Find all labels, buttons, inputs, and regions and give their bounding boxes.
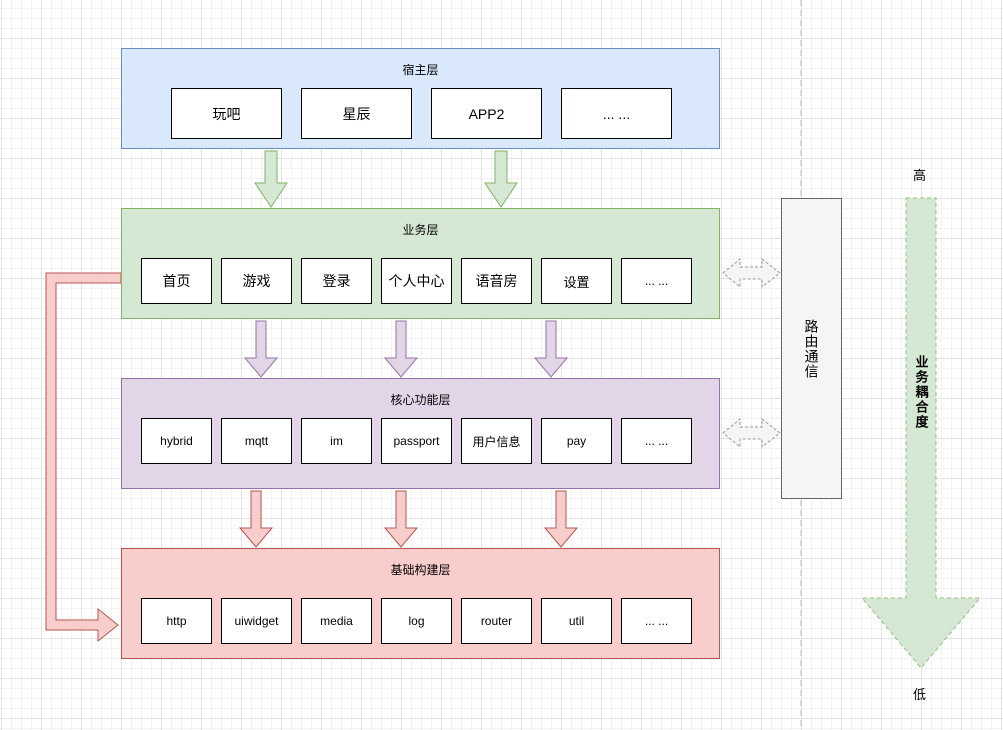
core-layer-title: 核心功能层 [390,393,451,407]
module-box[interactable]: hybrid [141,418,212,464]
module-box[interactable]: ... ... [561,88,672,139]
bidirectional-arrow-core-router [722,417,781,449]
arrow-host-to-business-2 [484,150,518,208]
coupling-axis-label: 业务耦合度 [913,355,929,430]
base-layer-title: 基础构建层 [390,563,451,577]
host-layer: 宿主层 玩吧 星辰 APP2 ... ... [121,48,720,149]
module-box[interactable]: mqtt [221,418,292,464]
arrow-host-to-business-1 [254,150,288,208]
coupling-high-label: 高 [913,168,927,183]
module-box[interactable]: util [541,598,612,644]
module-box[interactable]: 设置 [541,258,612,304]
module-box[interactable]: APP2 [431,88,542,139]
module-box[interactable]: 语音房 [461,258,532,304]
arrow-core-to-base-3 [543,490,579,548]
router-communication-box[interactable]: 路由通信 [781,198,842,499]
module-box[interactable]: 首页 [141,258,212,304]
module-box[interactable]: media [301,598,372,644]
business-layer: 业务层 首页 游戏 登录 个人中心 语音房 设置 ... ... [121,208,720,319]
module-box[interactable]: ... ... [621,418,692,464]
arrow-business-to-core-3 [533,320,569,378]
module-box[interactable]: router [461,598,532,644]
module-box[interactable]: 游戏 [221,258,292,304]
module-box[interactable]: 用户信息 [461,418,532,464]
module-box[interactable]: passport [381,418,452,464]
core-layer: 核心功能层 hybrid mqtt im passport 用户信息 pay .… [121,378,720,489]
arrow-business-to-core-2 [383,320,419,378]
module-box[interactable]: http [141,598,212,644]
base-layer: 基础构建层 http uiwidget media log router uti… [121,548,720,659]
coupling-axis-label-wrapper: 业务耦合度 [906,355,936,430]
module-box[interactable]: im [301,418,372,464]
host-layer-title: 宿主层 [402,63,439,77]
module-box[interactable]: 个人中心 [381,258,452,304]
module-box[interactable]: ... ... [621,598,692,644]
module-box[interactable]: pay [541,418,612,464]
coupling-down-arrow [860,197,982,669]
arrow-core-to-base-1 [238,490,274,548]
bidirectional-arrow-business-router [722,257,781,289]
arrow-business-to-core-1 [243,320,279,378]
module-box[interactable]: 玩吧 [171,88,282,139]
business-layer-title: 业务层 [402,223,439,237]
router-label: 路由通信 [803,318,820,379]
coupling-low-label: 低 [913,687,927,702]
module-box[interactable]: 登录 [301,258,372,304]
arrow-core-to-base-2 [383,490,419,548]
module-box[interactable]: 星辰 [301,88,412,139]
module-box[interactable]: ... ... [621,258,692,304]
module-box[interactable]: log [381,598,452,644]
elbow-arrow-business-to-base [45,272,122,643]
module-box[interactable]: uiwidget [221,598,292,644]
